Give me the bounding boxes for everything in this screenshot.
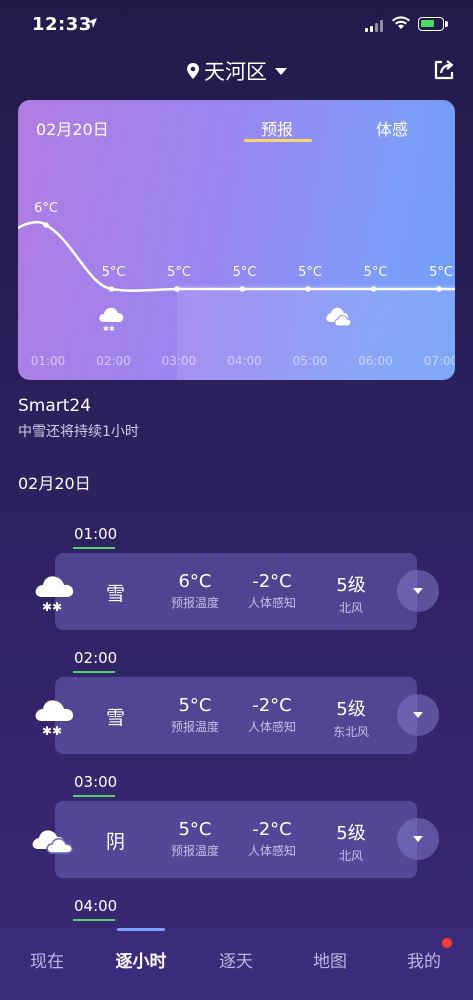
expand-button[interactable] <box>397 694 439 736</box>
forecast-temp-value: 5°C <box>178 819 212 840</box>
forecast-temp-metric: 5°C 预报温度 <box>155 695 235 735</box>
hour-time-label: 03:00 <box>74 773 118 791</box>
active-tab-indicator <box>117 928 165 931</box>
hour-underline <box>73 919 115 921</box>
notification-dot <box>442 938 452 948</box>
feels-like-metric: -2°C 人体感知 <box>232 819 312 859</box>
chevron-down-icon <box>413 712 423 718</box>
temperature-chart: 6°C 01:00 5°C 02:00 5°C 03:00 5°C 04:00 5°C 05:00… <box>18 201 455 380</box>
wifi-icon <box>392 16 410 29</box>
temperature-point <box>108 286 115 292</box>
temperature-data-label: 5°C <box>102 265 126 280</box>
share-icon[interactable] <box>432 58 456 82</box>
forecast-temp-label: 预报温度 <box>170 844 219 858</box>
nav-daily[interactable]: 逐天 <box>201 947 271 972</box>
header: 天河区 <box>0 50 473 90</box>
feels-like-label: 人体感知 <box>247 720 296 734</box>
map-pin-icon <box>187 63 199 79</box>
temperature-data-label: 5°C <box>364 265 388 280</box>
wind-label: 东北风 <box>332 725 369 739</box>
feels-like-value: -2°C <box>252 571 292 592</box>
temperature-point <box>174 286 180 292</box>
feels-like-value: -2°C <box>252 695 292 716</box>
hour-time-label: 02:00 <box>74 649 118 667</box>
x-tick-label: 05:00 <box>293 354 328 368</box>
x-tick-label: 04:00 <box>227 354 262 368</box>
battery-icon <box>418 17 448 31</box>
x-tick-label: 03:00 <box>162 354 197 368</box>
expand-button[interactable] <box>397 570 439 612</box>
hour-underline <box>73 795 115 797</box>
wind-metric: 5级 东北风 <box>311 695 391 740</box>
day-label: 02月20日 <box>18 474 91 493</box>
forecast-temp-value: 5°C <box>178 695 212 716</box>
nav-map[interactable]: 地图 <box>295 947 365 972</box>
snow-cloud-icon: ✱✱ <box>99 307 124 333</box>
summary-title: Smart24 <box>18 396 92 416</box>
svg-text:✱✱: ✱✱ <box>103 325 115 333</box>
forecast-temp-metric: 6°C 预报温度 <box>155 571 235 611</box>
wind-value: 5级 <box>336 823 366 844</box>
svg-text:✱✱: ✱✱ <box>42 600 62 614</box>
nav-now[interactable]: 现在 <box>12 947 82 972</box>
wind-metric: 5级 北风 <box>311 571 391 616</box>
x-tick-label: 02:00 <box>96 354 131 368</box>
temperature-point <box>305 286 311 292</box>
nav-hourly[interactable]: 逐小时 <box>106 947 176 972</box>
x-tick-label: 07:00 <box>424 354 455 368</box>
hour-time-label: 01:00 <box>74 525 118 543</box>
temperature-point <box>436 286 442 292</box>
location-arrow-icon <box>87 18 97 28</box>
temperature-point <box>239 286 246 292</box>
expand-button[interactable] <box>397 818 439 860</box>
cloudy-icon <box>30 815 78 863</box>
chevron-down-icon <box>413 836 423 842</box>
snow-cloud-icon: ✱✱ <box>30 567 78 615</box>
wind-label: 北风 <box>338 601 363 615</box>
forecast-temp-label: 预报温度 <box>170 720 219 734</box>
temperature-data-label: 5°C <box>167 265 191 280</box>
hour-time-label: 04:00 <box>74 897 118 915</box>
forecast-chart-card: 02月20日 预报 体感 6°C 01:00 5°C 02:00 5°C 03:00 5°C… <box>18 100 455 380</box>
forecast-temp-metric: 5°C 预报温度 <box>155 819 235 859</box>
location-name: 天河区 <box>204 60 267 84</box>
feels-like-value: -2°C <box>252 819 292 840</box>
hour-condition: 雪 <box>106 583 126 605</box>
temperature-point <box>370 286 377 292</box>
temperature-data-label: 5°C <box>233 265 257 280</box>
temperature-data-label: 6°C <box>34 201 58 216</box>
forecast-temp-value: 6°C <box>178 571 212 592</box>
temperature-data-label: 5°C <box>298 265 322 280</box>
nav-mine[interactable]: 我的 <box>389 947 459 972</box>
bottom-nav: 现在 逐小时 逐天 地图 我的 <box>0 928 473 1000</box>
wind-value: 5级 <box>336 699 366 720</box>
forecast-temp-label: 预报温度 <box>170 596 219 610</box>
x-tick-label: 06:00 <box>358 354 393 368</box>
wind-value: 5级 <box>336 575 366 596</box>
feels-like-metric: -2°C 人体感知 <box>232 695 312 735</box>
feels-like-label: 人体感知 <box>247 844 296 858</box>
svg-text:✱✱: ✱✱ <box>42 724 62 738</box>
feels-like-label: 人体感知 <box>247 596 296 610</box>
chevron-down-icon <box>275 67 287 75</box>
hour-underline <box>73 671 115 673</box>
wind-label: 北风 <box>338 849 363 863</box>
hour-condition: 阴 <box>106 831 126 853</box>
signal-icon <box>365 20 383 32</box>
temperature-data-label: 5°C <box>429 265 453 280</box>
x-tick-label: 01:00 <box>31 354 66 368</box>
summary-subtitle: 中雪还将持续1小时 <box>18 424 139 440</box>
hour-condition: 雪 <box>106 707 126 729</box>
hour-underline <box>73 547 115 549</box>
wind-metric: 5级 北风 <box>311 819 391 864</box>
status-time: 12:33 <box>32 14 92 35</box>
status-bar: 12:33 <box>0 0 473 50</box>
temperature-point <box>43 222 49 228</box>
location-selector[interactable]: 天河区 <box>0 56 473 86</box>
snow-cloud-icon: ✱✱ <box>30 691 78 739</box>
temperature-line <box>18 220 455 292</box>
chevron-down-icon <box>413 588 423 594</box>
feels-like-metric: -2°C 人体感知 <box>232 571 312 611</box>
